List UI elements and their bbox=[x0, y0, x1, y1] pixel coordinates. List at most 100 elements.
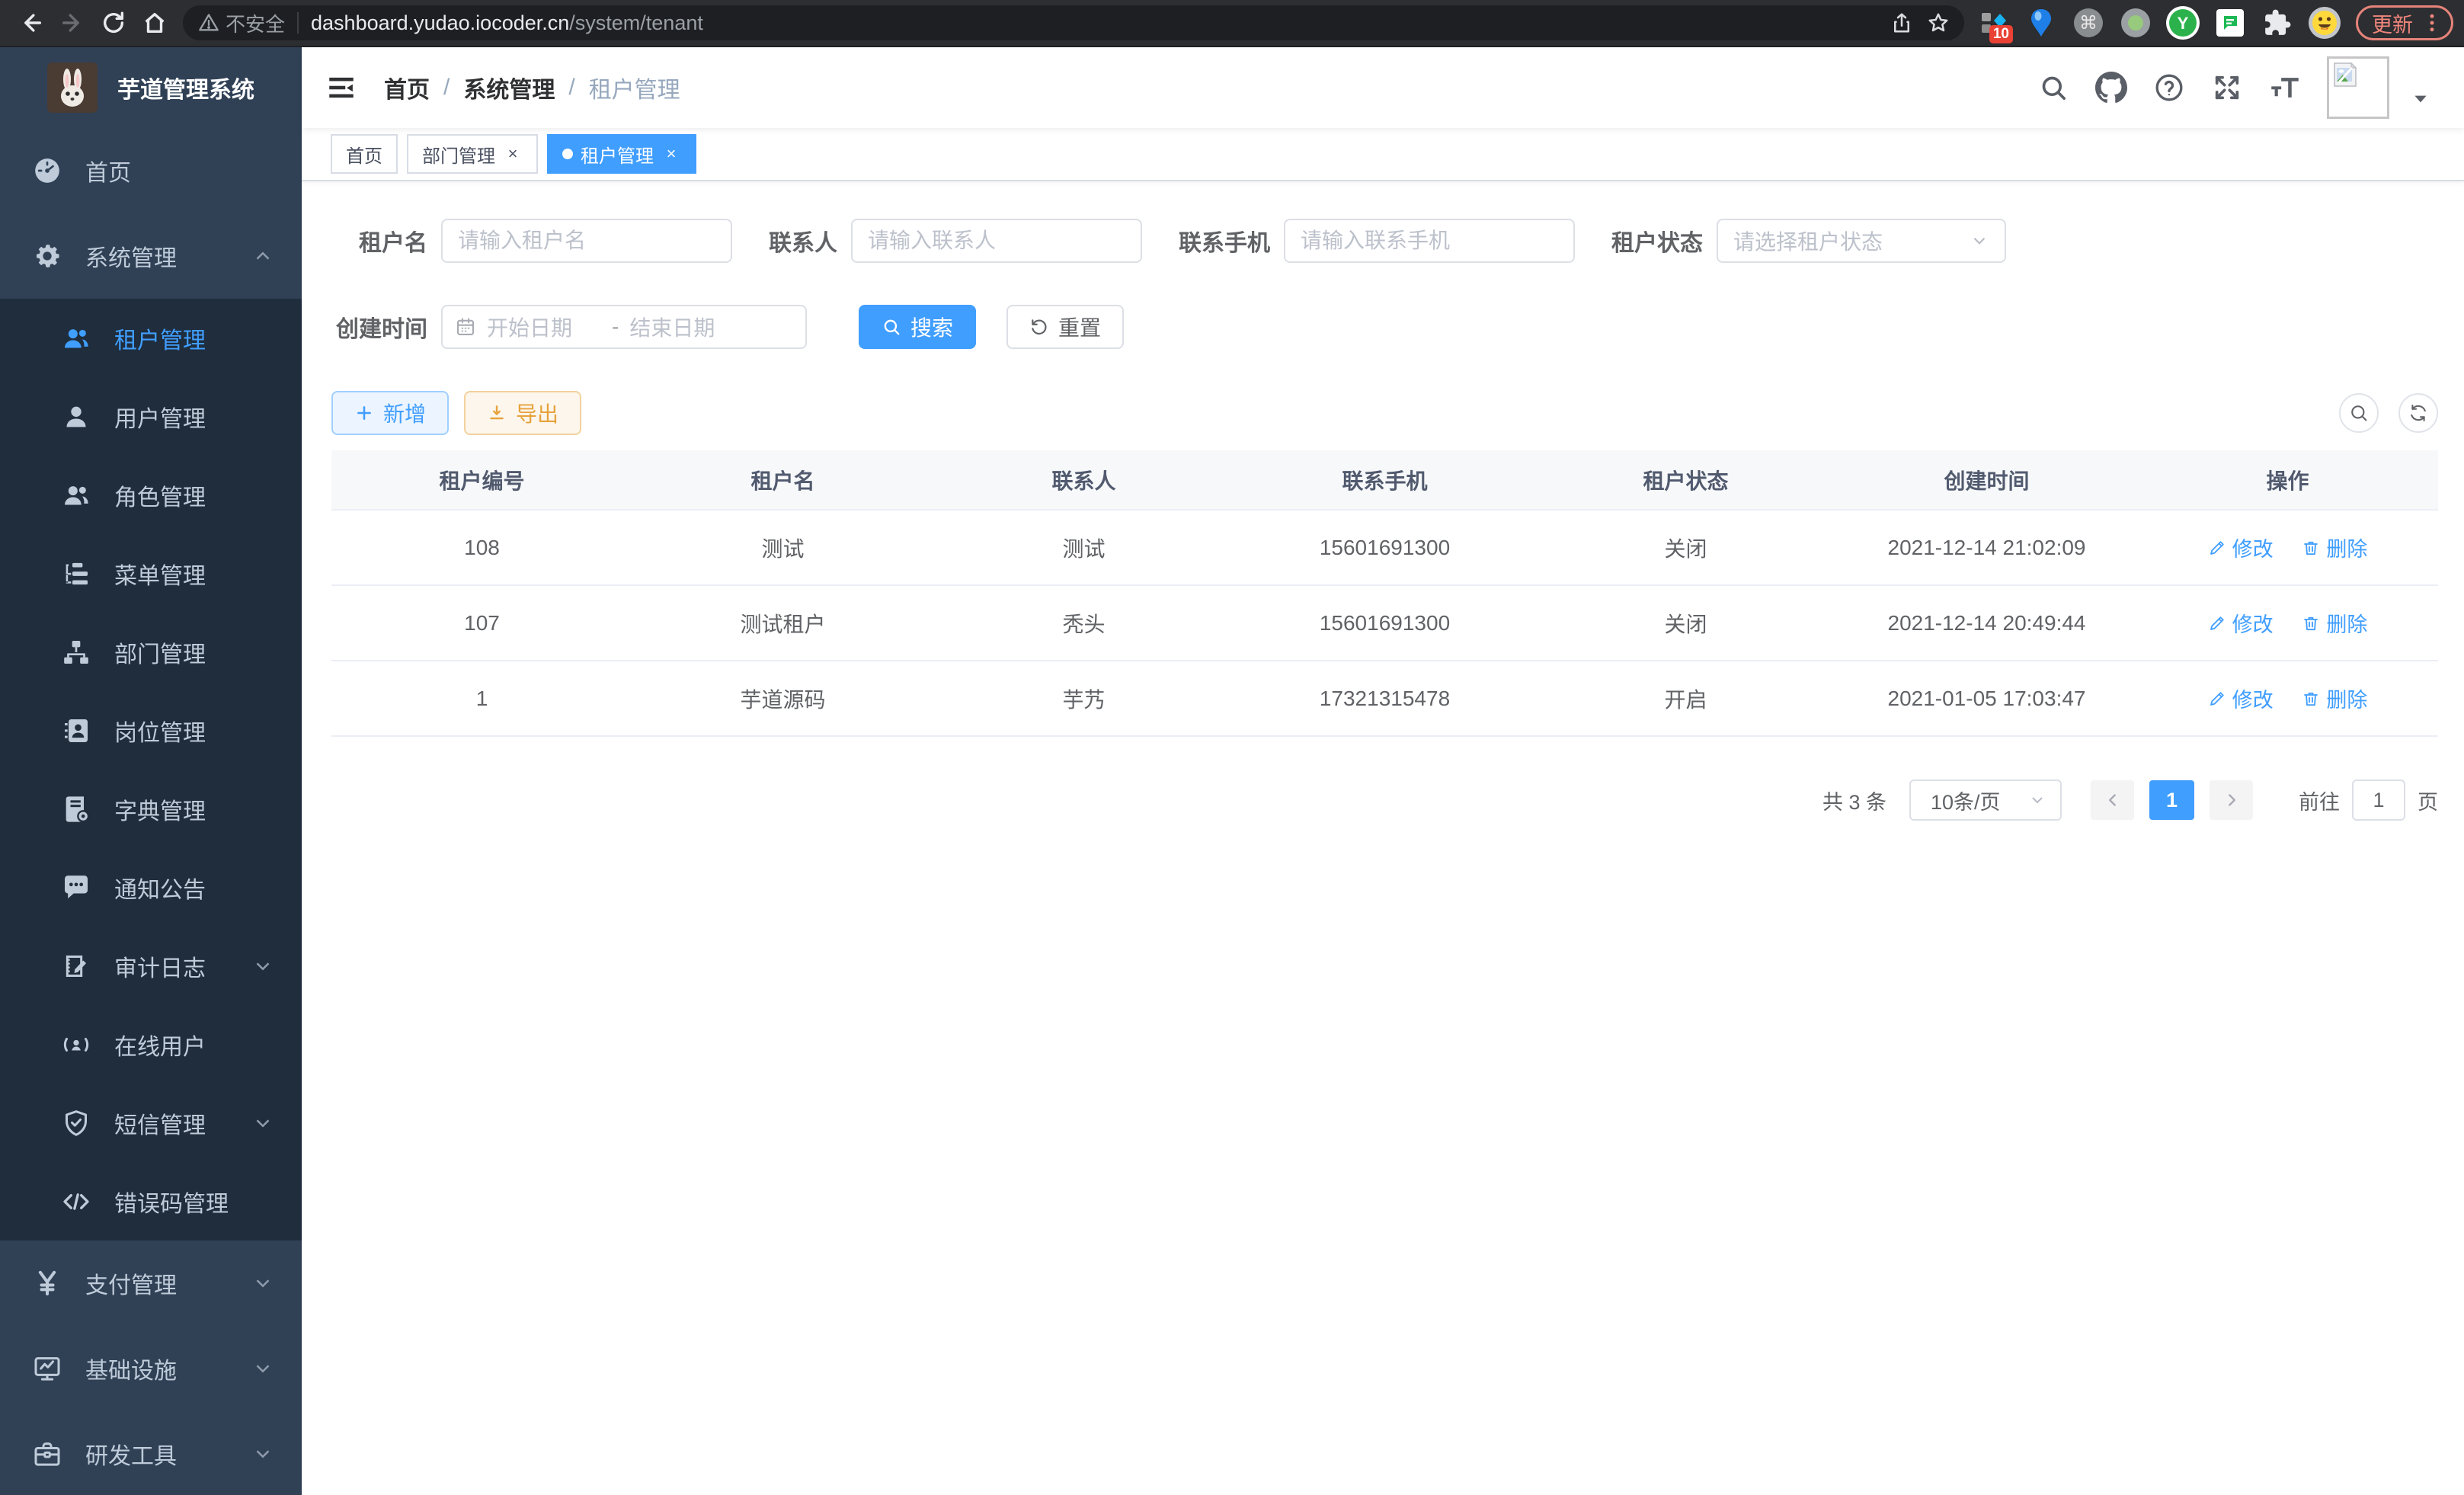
monitor-icon bbox=[30, 1352, 64, 1385]
col-mobile[interactable]: 联系手机 bbox=[1234, 450, 1535, 510]
delete-link[interactable]: 删除 bbox=[2302, 608, 2367, 638]
sidebar-item-dict[interactable]: 字典管理 bbox=[0, 770, 302, 848]
sidebar-toggle-icon[interactable] bbox=[325, 71, 358, 104]
sidebar-item-tenant[interactable]: 租户管理 bbox=[0, 299, 302, 377]
chevron-up-icon bbox=[251, 245, 274, 267]
delete-link[interactable]: 删除 bbox=[2302, 533, 2367, 562]
table-refresh-button[interactable] bbox=[2398, 393, 2438, 433]
sidebar-item-role[interactable]: 角色管理 bbox=[0, 456, 302, 534]
sidebar-item-menu[interactable]: 菜单管理 bbox=[0, 534, 302, 613]
sidebar-item-user[interactable]: 用户管理 bbox=[0, 377, 302, 456]
app-title: 芋道管理系统 bbox=[117, 71, 254, 104]
search-icon bbox=[882, 317, 901, 337]
browser-back-button[interactable] bbox=[11, 2, 52, 43]
search-button[interactable]: 搜索 bbox=[859, 305, 976, 349]
sidebar-item-sms[interactable]: 短信管理 bbox=[0, 1084, 302, 1162]
breadcrumb-system[interactable]: 系统管理 bbox=[463, 71, 555, 104]
browser-home-button[interactable] bbox=[134, 2, 175, 43]
caret-down-icon[interactable] bbox=[2411, 89, 2430, 109]
dictionary-icon bbox=[59, 792, 93, 826]
table-row[interactable]: 107 测试租户 秃头 15601691300 关闭 2021-12-14 20… bbox=[331, 585, 2438, 661]
browser-forward-button[interactable] bbox=[52, 2, 93, 43]
extension-chat-icon[interactable] bbox=[2213, 5, 2248, 40]
extension-y-icon[interactable]: Y bbox=[2165, 5, 2200, 40]
sidebar-item-pay[interactable]: 支付管理 bbox=[0, 1240, 302, 1326]
extension-capture-icon[interactable]: 10 bbox=[1976, 5, 2011, 40]
search-icon[interactable] bbox=[2037, 72, 2069, 104]
sidebar-item-system[interactable]: 系统管理 bbox=[0, 213, 302, 299]
browser-update-button[interactable]: 更新 bbox=[2356, 5, 2453, 40]
sidebar-item-label: 通知公告 bbox=[114, 871, 274, 904]
goto-page-input[interactable] bbox=[2352, 780, 2405, 821]
prev-page-button[interactable] bbox=[2091, 780, 2134, 820]
sidebar-item-auditlog[interactable]: 审计日志 bbox=[0, 927, 302, 1005]
export-button[interactable]: 导出 bbox=[464, 391, 581, 435]
fullscreen-icon[interactable] bbox=[2211, 72, 2243, 104]
font-size-icon[interactable] bbox=[2269, 72, 2301, 104]
date-range-picker[interactable]: 开始日期 - 结束日期 bbox=[441, 305, 807, 349]
sidebar-menu: 首页 系统管理 租户管理 bbox=[0, 128, 302, 1495]
status-select[interactable]: 请选择租户状态 bbox=[1717, 219, 2006, 263]
sidebar-item-online[interactable]: 在线用户 bbox=[0, 1005, 302, 1084]
extension-command-icon[interactable]: ⌘ bbox=[2071, 5, 2106, 40]
table-row[interactable]: 1 芋道源码 芋艿 17321315478 开启 2021-01-05 17:0… bbox=[331, 661, 2438, 736]
security-indicator[interactable]: 不安全 bbox=[198, 9, 285, 37]
reset-button[interactable]: 重置 bbox=[1006, 305, 1124, 349]
sidebar-item-errorcode[interactable]: 错误码管理 bbox=[0, 1162, 302, 1240]
sidebar-item-dept[interactable]: 部门管理 bbox=[0, 613, 302, 691]
sidebar-logo[interactable]: 芋道管理系统 bbox=[0, 47, 302, 128]
col-created[interactable]: 创建时间 bbox=[1836, 450, 2137, 510]
page-size-select[interactable]: 10条/页 bbox=[1909, 780, 2062, 821]
next-page-button[interactable] bbox=[2210, 780, 2253, 820]
cell-status: 关闭 bbox=[1535, 585, 1836, 661]
sidebar-item-home[interactable]: 首页 bbox=[0, 128, 302, 213]
tab-tenant[interactable]: 租户管理 × bbox=[547, 134, 696, 174]
table-row[interactable]: 108 测试 测试 15601691300 关闭 2021-12-14 21:0… bbox=[331, 510, 2438, 585]
url-text[interactable]: dashboard.yudao.iocoder.cn/system/tenant bbox=[311, 11, 1883, 35]
edit-link[interactable]: 修改 bbox=[2208, 683, 2274, 713]
table-search-toggle-button[interactable] bbox=[2339, 393, 2379, 433]
col-contact[interactable]: 联系人 bbox=[933, 450, 1234, 510]
col-tenant-id[interactable]: 租户编号 bbox=[331, 450, 632, 510]
gear-icon bbox=[30, 239, 64, 273]
share-icon[interactable] bbox=[1883, 5, 1920, 41]
breadcrumb-separator: / bbox=[568, 75, 574, 101]
sidebar-item-notice[interactable]: 通知公告 bbox=[0, 848, 302, 927]
profile-avatar-icon[interactable] bbox=[2307, 5, 2342, 40]
address-bar[interactable]: 不安全 dashboard.yudao.iocoder.cn/system/te… bbox=[183, 5, 1964, 40]
active-tab-dot bbox=[562, 149, 573, 159]
contact-input[interactable] bbox=[851, 219, 1142, 263]
edit-link[interactable]: 修改 bbox=[2208, 533, 2274, 562]
help-icon[interactable] bbox=[2153, 72, 2185, 104]
extensions-puzzle-icon[interactable] bbox=[2260, 5, 2295, 40]
tab-dept[interactable]: 部门管理 × bbox=[407, 134, 538, 174]
tenant-name-input[interactable] bbox=[441, 219, 732, 263]
cell-actions: 修改 删除 bbox=[2137, 510, 2438, 585]
col-actions[interactable]: 操作 bbox=[2137, 450, 2438, 510]
sidebar-item-infra[interactable]: 基础设施 bbox=[0, 1326, 302, 1411]
extension-badge: 10 bbox=[1989, 25, 2013, 43]
mobile-input[interactable] bbox=[1284, 219, 1575, 263]
status-label: 租户状态 bbox=[1611, 224, 1703, 258]
delete-link[interactable]: 删除 bbox=[2302, 683, 2367, 713]
bookmark-star-icon[interactable] bbox=[1920, 5, 1957, 41]
col-status[interactable]: 租户状态 bbox=[1535, 450, 1836, 510]
close-icon[interactable]: × bbox=[661, 144, 681, 164]
sidebar-item-devtools[interactable]: 研发工具 bbox=[0, 1411, 302, 1495]
cell-contact: 秃头 bbox=[933, 585, 1234, 661]
sidebar-item-label: 字典管理 bbox=[114, 792, 274, 826]
col-tenant-name[interactable]: 租户名 bbox=[632, 450, 933, 510]
close-icon[interactable]: × bbox=[503, 144, 523, 164]
extension-record-icon[interactable] bbox=[2118, 5, 2153, 40]
extension-balloon-icon[interactable] bbox=[2024, 5, 2059, 40]
edit-link[interactable]: 修改 bbox=[2208, 608, 2274, 638]
add-button[interactable]: 新增 bbox=[331, 391, 449, 435]
github-icon[interactable] bbox=[2095, 72, 2127, 104]
browser-reload-button[interactable] bbox=[93, 2, 134, 43]
page-number-1[interactable]: 1 bbox=[2149, 780, 2194, 820]
sidebar-item-post[interactable]: 岗位管理 bbox=[0, 691, 302, 770]
breadcrumb-home[interactable]: 首页 bbox=[384, 71, 430, 104]
user-avatar[interactable] bbox=[2327, 56, 2389, 119]
warning-icon bbox=[198, 12, 219, 34]
tab-home[interactable]: 首页 bbox=[331, 134, 398, 174]
